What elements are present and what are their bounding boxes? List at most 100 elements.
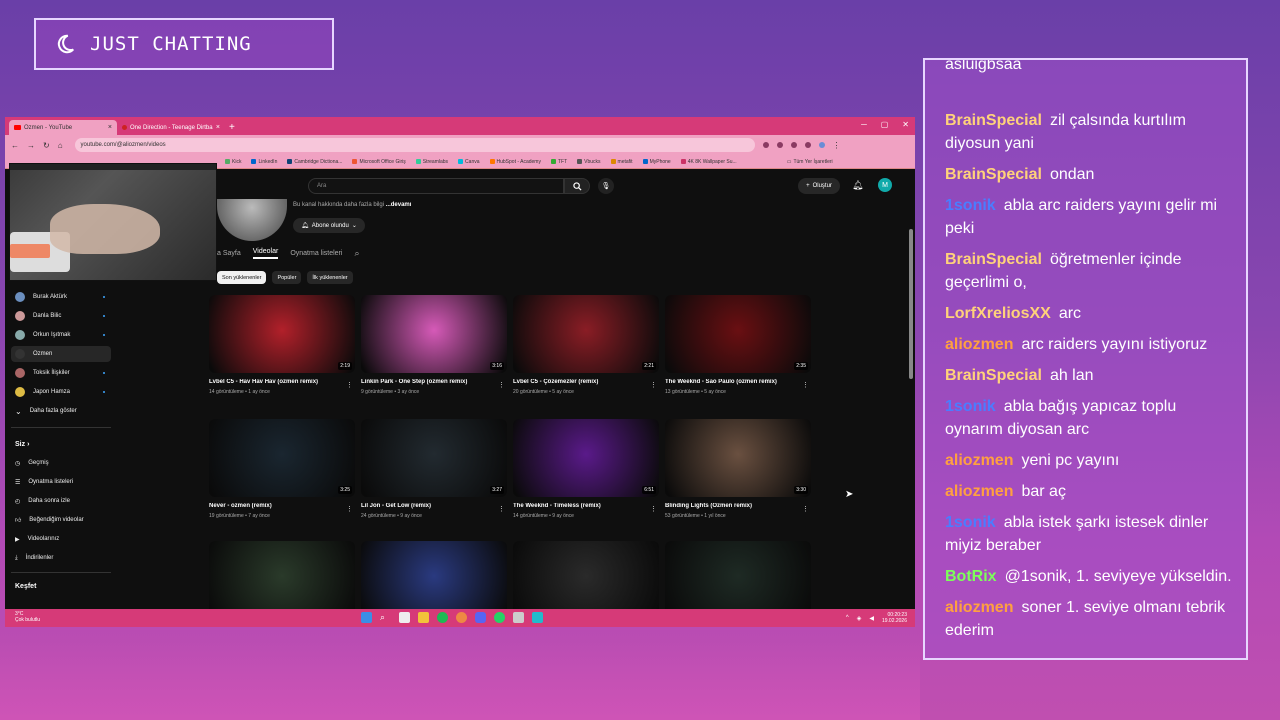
video-title[interactable]: Lil Jon - Get Low (remix): [361, 503, 507, 509]
video-thumbnail[interactable]: 3:16: [361, 295, 507, 373]
start-icon[interactable]: [361, 612, 372, 623]
tab-one-direction[interactable]: One Direction - Teenage Dirtba ×: [117, 120, 225, 135]
file-explorer-icon[interactable]: [418, 612, 429, 623]
video-card[interactable]: 2:35 The Weeknd - Sao Paulo (ozmen remix)…: [665, 295, 811, 395]
whatsapp-icon[interactable]: [494, 612, 505, 623]
video-thumbnail[interactable]: [513, 541, 659, 619]
chat-username[interactable]: 1sonik: [945, 398, 996, 415]
new-tab-button[interactable]: +: [229, 122, 235, 133]
video-thumbnail[interactable]: [209, 541, 355, 619]
video-card[interactable]: 3:25 Never - ozmen (remix) 19 görüntüleme …: [209, 419, 355, 519]
video-card[interactable]: [361, 541, 507, 619]
scrollbar[interactable]: [909, 229, 913, 379]
sidebar-item-liked[interactable]: 👍︎ Beğendiğim videolar: [11, 512, 111, 528]
video-thumbnail[interactable]: 3:27: [361, 419, 507, 497]
video-card[interactable]: 3:27 Lil Jon - Get Low (remix) 24 görüntül…: [361, 419, 507, 519]
bookmark-item[interactable]: metafit: [610, 159, 633, 165]
url-input[interactable]: youtube.com/@aliozmen/videos: [74, 138, 755, 152]
bookmark-item[interactable]: Microsoft Office Giriş: [352, 159, 406, 165]
bookmark-item[interactable]: 4K 8K Wallpaper Su...: [680, 159, 737, 165]
video-card[interactable]: [513, 541, 659, 619]
bookmark-item[interactable]: TFT: [550, 159, 567, 165]
chat-username[interactable]: BotRix: [945, 568, 997, 585]
weather-widget[interactable]: 3°C Çok bulutlu: [15, 611, 40, 623]
video-thumbnail[interactable]: 2:21: [513, 295, 659, 373]
extension-icon[interactable]: [776, 142, 783, 148]
extension-icon[interactable]: [762, 142, 769, 148]
bookmark-item[interactable]: Kick: [225, 159, 241, 165]
sidebar-item-history[interactable]: ◷ Geçmiş: [11, 455, 111, 471]
video-card[interactable]: 3:16 Linkin Park - One Step (ozmen remix)…: [361, 295, 507, 395]
video-thumbnail[interactable]: [665, 541, 811, 619]
video-thumbnail[interactable]: 3:30: [665, 419, 811, 497]
search-input[interactable]: Ara: [308, 178, 564, 194]
chip-oldest[interactable]: İlk yüklenenler: [307, 271, 353, 284]
bookmark-item[interactable]: MyPhone: [642, 159, 671, 165]
bookmark-item[interactable]: Vbucks: [577, 159, 601, 165]
more-options-icon[interactable]: ⋮: [346, 381, 353, 389]
clock[interactable]: 00:20:23 19.02.2026: [882, 612, 907, 624]
chat-username[interactable]: LorfXreliosXX: [945, 305, 1051, 322]
minimize-button[interactable]: ─: [861, 120, 867, 129]
user-avatar[interactable]: M: [878, 178, 892, 192]
video-title[interactable]: The Weeknd - Sao Paulo (ozmen remix): [665, 379, 811, 385]
sidebar-item-ozmen[interactable]: Ozmen: [11, 346, 111, 362]
maximize-button[interactable]: ▢: [881, 120, 889, 129]
channel-search-icon[interactable]: ⌕: [354, 248, 359, 259]
more-options-icon[interactable]: ⋮: [498, 505, 505, 513]
bookmark-item[interactable]: HubSpot - Academy: [489, 159, 541, 165]
sidebar-item-burak[interactable]: Burak Aktürk: [11, 289, 111, 305]
download-icon[interactable]: [804, 142, 811, 148]
extension-icon[interactable]: [790, 142, 797, 148]
video-title[interactable]: Blinding Lights (Ozmen remix): [665, 503, 811, 509]
video-card[interactable]: 2:21 Lvbel C5 - Çözemezler (remix) 20 görü…: [513, 295, 659, 395]
video-thumbnail[interactable]: 6:51: [513, 419, 659, 497]
tab-videos[interactable]: Videolar: [252, 248, 279, 259]
tab-playlists[interactable]: Oynatma listeleri: [290, 250, 342, 257]
you-header[interactable]: Siz ›: [15, 441, 29, 448]
video-thumbnail[interactable]: 3:25: [209, 419, 355, 497]
channel-description[interactable]: Bu kanal hakkında daha fazla bilgi ...de…: [293, 202, 411, 208]
search-button[interactable]: [564, 178, 590, 194]
video-title[interactable]: Linkin Park - One Step (ozmen remix): [361, 379, 507, 385]
tab-youtube[interactable]: Ozmen - YouTube ×: [9, 120, 117, 135]
forward-icon[interactable]: →: [27, 141, 35, 150]
more-options-icon[interactable]: ⋮: [346, 505, 353, 513]
chat-username[interactable]: BrainSpecial: [945, 367, 1042, 384]
chat-username[interactable]: BrainSpecial: [945, 112, 1042, 129]
sidebar-item-playlists[interactable]: ☰ Oynatma listeleri: [11, 474, 111, 490]
sidebar-item-your-videos[interactable]: ▶ Videolarınız: [11, 531, 111, 547]
chat-username[interactable]: aliozmen: [945, 452, 1013, 469]
chat-username[interactable]: 1sonik: [945, 197, 996, 214]
tab-home[interactable]: a Sayfa: [217, 250, 241, 257]
bookmark-item[interactable]: LinkedIn: [251, 159, 277, 165]
video-card[interactable]: [665, 541, 811, 619]
chat-username[interactable]: aliozmen: [945, 483, 1013, 500]
sidebar-item-japon[interactable]: Japon Hamza: [11, 384, 111, 400]
video-thumbnail[interactable]: 2:19: [209, 295, 355, 373]
profile-icon[interactable]: [818, 142, 825, 148]
sidebar-item-orkun[interactable]: Orkun Işıtmak: [11, 327, 111, 343]
more-options-icon[interactable]: ⋮: [650, 381, 657, 389]
bookmark-item[interactable]: Canva: [458, 159, 480, 165]
chip-latest[interactable]: Son yüklenenler: [217, 271, 267, 284]
network-icon[interactable]: ◈: [857, 615, 862, 622]
show-more-button[interactable]: ⌄ Daha fazla göster: [11, 403, 111, 419]
all-bookmarks-folder[interactable]: ▭ Tüm Yer İşaretleri: [787, 159, 833, 165]
sidebar-item-downloads[interactable]: ⤓ İndirilenler: [11, 550, 111, 566]
back-icon[interactable]: ←: [11, 141, 19, 150]
mic-button[interactable]: 🎙︎: [598, 178, 614, 194]
chip-popular[interactable]: Popüler: [272, 271, 302, 284]
video-title[interactable]: Lvbel C5 - Hav Hav Hav (ozmen remix): [209, 379, 355, 385]
create-button[interactable]: + Oluştur: [798, 178, 840, 194]
notifications-bell-icon[interactable]: 🔔︎: [852, 180, 863, 191]
more-options-icon[interactable]: ⋮: [802, 505, 809, 513]
reload-icon[interactable]: ↻: [43, 141, 50, 150]
video-card[interactable]: 2:19 Lvbel C5 - Hav Hav Hav (ozmen remix)…: [209, 295, 355, 395]
sidebar-item-watch-later[interactable]: ◴ Daha sonra izle: [11, 493, 111, 509]
video-title[interactable]: The Weeknd - Timeless (remix): [513, 503, 659, 509]
subscribe-button[interactable]: 🔔︎ Abone olundu ⌄: [293, 218, 365, 233]
obs-icon[interactable]: [532, 612, 543, 623]
taskview-icon[interactable]: [399, 612, 410, 623]
video-thumbnail[interactable]: 2:35: [665, 295, 811, 373]
